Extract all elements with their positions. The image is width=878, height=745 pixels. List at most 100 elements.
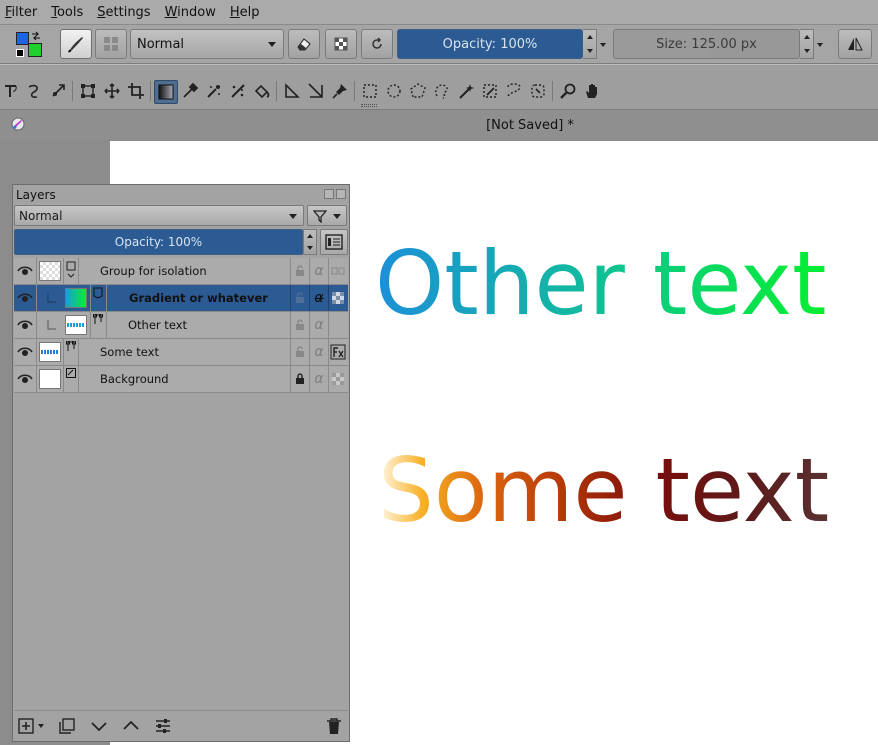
lock-toggle[interactable] bbox=[290, 258, 309, 284]
preserve-alpha-toggle[interactable] bbox=[328, 366, 347, 392]
gradient-tool-button[interactable] bbox=[154, 80, 178, 104]
eraser-mode-button[interactable] bbox=[288, 29, 320, 59]
opacity-spinner[interactable] bbox=[583, 29, 597, 59]
layer-name[interactable]: Gradient or whatever bbox=[129, 291, 268, 305]
row-divider bbox=[106, 285, 107, 311]
lock-open-icon bbox=[296, 319, 304, 330]
visibility-toggle[interactable] bbox=[14, 339, 37, 365]
lock-toggle[interactable] bbox=[290, 366, 309, 392]
magnetic-select-tool-button[interactable] bbox=[528, 81, 548, 101]
alpha-inherit-toggle[interactable]: α̶ bbox=[309, 285, 328, 311]
preserve-alpha-button[interactable] bbox=[325, 29, 357, 59]
mirror-horizontal-button[interactable] bbox=[838, 29, 872, 59]
lock-toggle[interactable] bbox=[290, 312, 309, 338]
layer-filter-button[interactable] bbox=[307, 205, 347, 226]
layer-style-toggle[interactable] bbox=[328, 339, 347, 365]
canvas-text-some[interactable]: Some text bbox=[378, 447, 829, 535]
ellipse-select-tool-button[interactable] bbox=[384, 81, 404, 101]
layer-view-mode-button[interactable] bbox=[320, 229, 348, 255]
color-selector[interactable] bbox=[13, 30, 45, 60]
pan-tool-button[interactable] bbox=[582, 81, 602, 101]
alpha-lock-toggle[interactable]: α bbox=[309, 258, 328, 284]
reset-colors-icon[interactable] bbox=[16, 49, 24, 57]
size-options-chevron-icon[interactable] bbox=[817, 43, 823, 47]
visibility-toggle[interactable] bbox=[14, 312, 37, 338]
transform-tool-button[interactable] bbox=[78, 81, 98, 101]
delete-layer-button[interactable] bbox=[324, 716, 344, 736]
polygon-select-tool-button[interactable] bbox=[408, 81, 428, 101]
calligraphy-tool-button[interactable] bbox=[24, 81, 44, 101]
swap-colors-icon[interactable] bbox=[31, 31, 41, 41]
add-layer-menu-button[interactable] bbox=[35, 716, 47, 736]
layer-name[interactable]: Some text bbox=[100, 345, 159, 359]
layer-blend-mode-select[interactable]: Normal bbox=[14, 205, 304, 226]
smart-patch-tool-button[interactable] bbox=[228, 81, 248, 101]
layer-opacity-spinner[interactable] bbox=[303, 229, 317, 255]
brush-preset-button[interactable] bbox=[60, 29, 92, 59]
add-layer-button[interactable] bbox=[16, 716, 36, 736]
colorize-mask-tool-button[interactable] bbox=[204, 81, 224, 101]
size-slider[interactable]: Size: 125.00 px bbox=[613, 29, 800, 59]
reload-preset-button[interactable] bbox=[361, 29, 393, 59]
visibility-toggle[interactable] bbox=[14, 258, 37, 284]
size-spinner[interactable] bbox=[800, 29, 814, 59]
alpha-lock-toggle[interactable]: α bbox=[309, 366, 328, 392]
spin-up-icon[interactable] bbox=[307, 234, 313, 238]
menu-filter[interactable]: Filter bbox=[5, 5, 37, 20]
move-layer-up-button[interactable] bbox=[121, 716, 141, 736]
layer-row[interactable]: Some text α bbox=[14, 339, 348, 366]
preserve-alpha-toggle[interactable] bbox=[328, 285, 347, 311]
rect-select-tool-button[interactable] bbox=[360, 81, 380, 101]
workspace-button[interactable] bbox=[95, 29, 127, 59]
move-tool-button[interactable] bbox=[102, 81, 122, 101]
layer-row-selected[interactable]: Gradient or whatever α̶ bbox=[14, 285, 348, 312]
pass-through-toggle[interactable] bbox=[328, 258, 347, 284]
assistant-tool-button[interactable] bbox=[282, 81, 302, 101]
visibility-toggle[interactable] bbox=[14, 285, 37, 311]
menu-tools[interactable]: Tools bbox=[51, 5, 83, 20]
crop-tool-button[interactable] bbox=[126, 81, 146, 101]
duplicate-layer-button[interactable] bbox=[57, 716, 77, 736]
layer-name[interactable]: Other text bbox=[128, 318, 187, 332]
layer-opacity-slider[interactable]: Opacity: 100% bbox=[14, 229, 303, 255]
color-picker-tool-button[interactable] bbox=[180, 81, 200, 101]
contiguous-select-tool-button[interactable] bbox=[456, 81, 476, 101]
float-docker-icon[interactable] bbox=[324, 189, 334, 199]
alpha-lock-toggle[interactable]: α bbox=[309, 339, 328, 365]
lock-toggle[interactable] bbox=[290, 339, 309, 365]
canvas-text-other[interactable]: Other text bbox=[375, 240, 827, 328]
layer-row[interactable]: Group for isolation α bbox=[14, 258, 348, 285]
spin-down-icon[interactable] bbox=[803, 49, 810, 53]
move-layer-down-button[interactable] bbox=[89, 716, 109, 736]
menu-settings[interactable]: Settings bbox=[97, 5, 150, 20]
toolbox-grip[interactable] bbox=[361, 104, 377, 107]
measure-tool-button[interactable] bbox=[306, 81, 326, 101]
spin-down-icon[interactable] bbox=[307, 246, 313, 250]
zoom-tool-button[interactable] bbox=[558, 81, 578, 101]
opacity-slider[interactable]: Opacity: 100% bbox=[397, 29, 583, 59]
spin-down-icon[interactable] bbox=[586, 49, 593, 53]
freehand-select-tool-button[interactable] bbox=[432, 81, 452, 101]
lock-toggle[interactable] bbox=[290, 285, 309, 311]
layer-properties-button[interactable] bbox=[153, 716, 173, 736]
visibility-toggle[interactable] bbox=[14, 366, 37, 392]
alpha-lock-toggle[interactable]: α bbox=[309, 312, 328, 338]
blend-mode-select[interactable]: Normal bbox=[130, 29, 284, 59]
layer-row[interactable]: Background α bbox=[14, 366, 348, 393]
close-docker-icon[interactable] bbox=[336, 189, 346, 199]
menu-window[interactable]: Window bbox=[165, 5, 216, 20]
background-color-swatch[interactable] bbox=[28, 43, 42, 57]
spin-up-icon[interactable] bbox=[803, 35, 810, 39]
edit-shapes-tool-button[interactable] bbox=[49, 81, 69, 101]
layer-row[interactable]: Other text α bbox=[14, 312, 348, 339]
spin-up-icon[interactable] bbox=[586, 35, 593, 39]
opacity-options-chevron-icon[interactable] bbox=[600, 43, 606, 47]
reference-images-tool-button[interactable] bbox=[330, 81, 350, 101]
fill-tool-button[interactable] bbox=[252, 81, 272, 101]
layer-name[interactable]: Background bbox=[100, 372, 169, 386]
similar-select-tool-button[interactable] bbox=[480, 81, 500, 101]
menu-help[interactable]: Help bbox=[230, 5, 260, 20]
text-tool-button[interactable] bbox=[1, 81, 21, 101]
layer-name[interactable]: Group for isolation bbox=[100, 264, 207, 278]
bezier-select-tool-button[interactable] bbox=[504, 81, 524, 101]
